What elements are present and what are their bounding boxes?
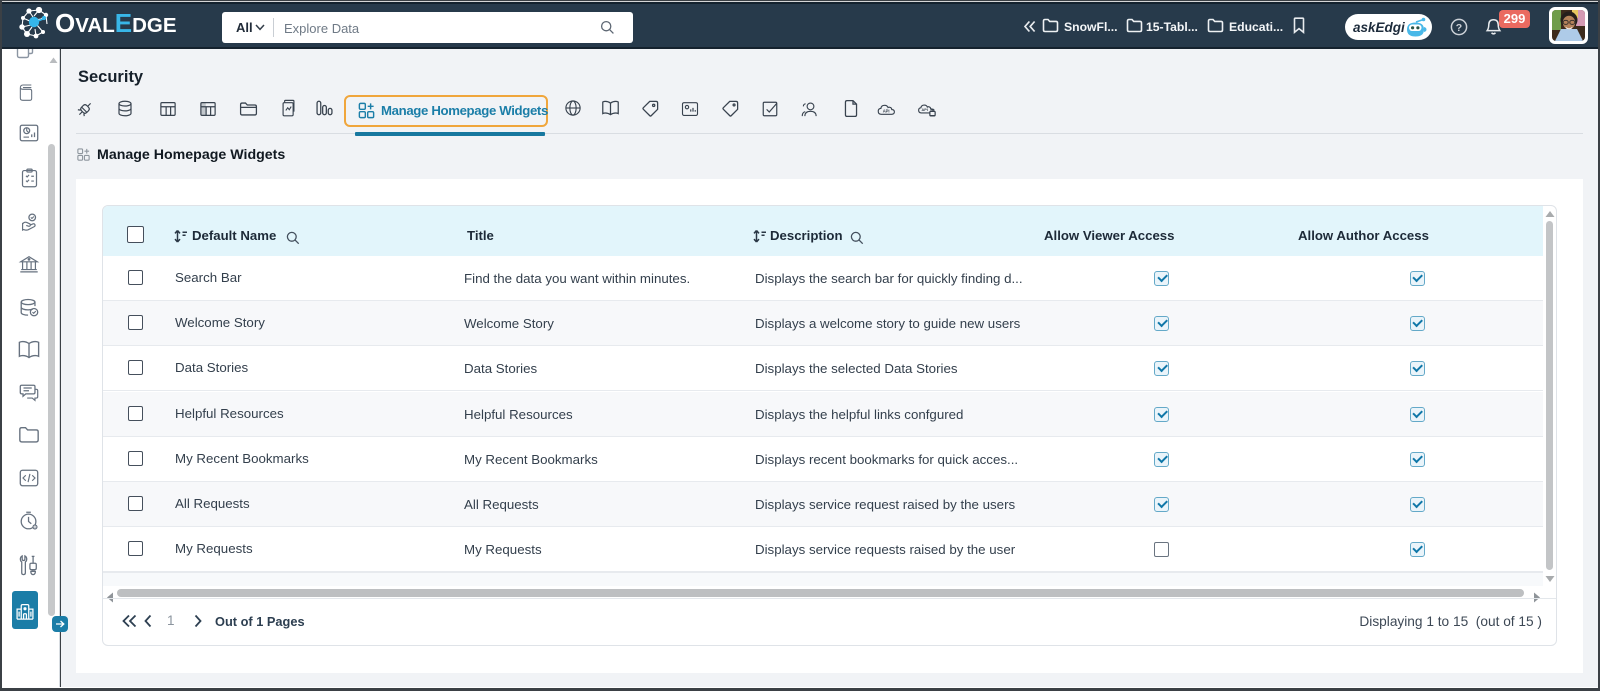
svg-text:API: API — [921, 108, 927, 112]
svg-text:API: API — [883, 108, 890, 113]
svg-text:?: ? — [1456, 22, 1462, 34]
